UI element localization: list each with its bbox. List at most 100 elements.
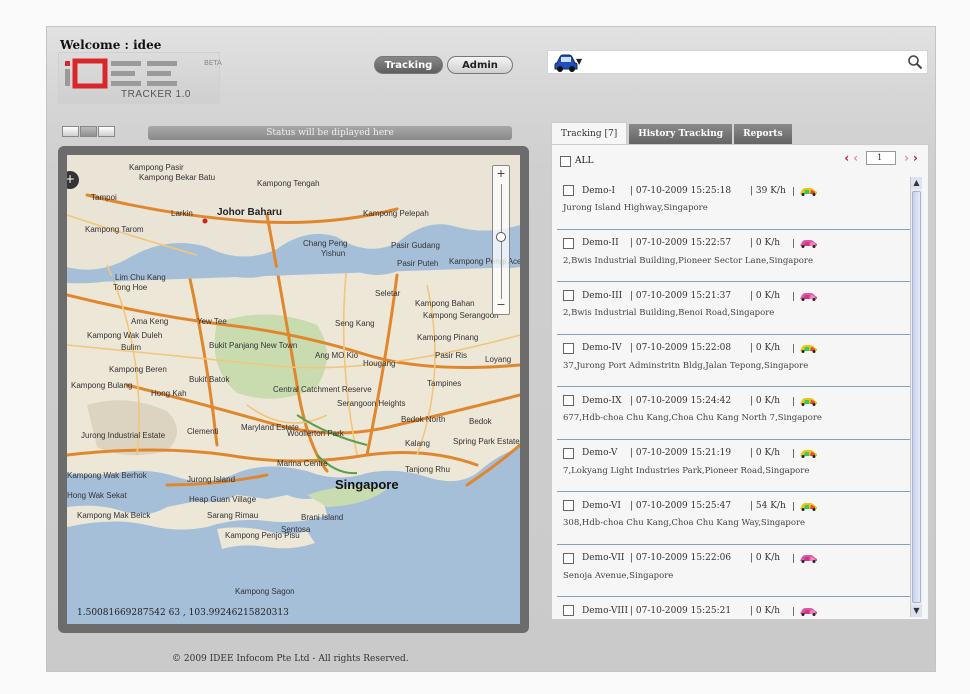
logo-subtitle: TRACKER 1.0 xyxy=(121,89,191,100)
map-label: Tampines xyxy=(427,379,462,388)
list-item-summary: Demo-V | 07-10-2009 15:21:19 | 0 K/h | xyxy=(563,447,913,459)
map-zoom-control: + − xyxy=(492,165,510,315)
chevron-down-icon[interactable]: ▼ xyxy=(576,57,582,66)
map-label: Spring Park Estate xyxy=(453,437,520,446)
list-item-summary: Demo-I | 07-10-2009 15:25:18 | 39 K/h | xyxy=(563,185,913,196)
vehicle-checkbox[interactable] xyxy=(563,447,574,459)
vehicle-name: Demo-IV xyxy=(582,343,622,353)
map-label: Bedok xyxy=(469,417,492,426)
zoom-in-icon[interactable]: + xyxy=(493,166,509,182)
first-page-icon[interactable]: ‹ xyxy=(844,151,849,165)
map-label: Tong Hoe xyxy=(113,283,148,292)
map-label: Woollerton Park xyxy=(287,429,344,438)
vehicle-checkbox[interactable] xyxy=(563,342,574,354)
scroll-down-icon[interactable]: ▼ xyxy=(911,605,922,617)
map-label: Bukit Batok xyxy=(189,375,230,384)
page-number-input[interactable]: 1 xyxy=(866,151,897,165)
map-label: Clementi xyxy=(187,427,219,436)
vehicle-checkbox[interactable] xyxy=(563,290,574,301)
vehicle-timestamp: | 07-10-2009 15:25:21 xyxy=(630,605,732,616)
list-item-summary: Demo-VII | 07-10-2009 15:22:06 | 0 K/h | xyxy=(563,552,913,564)
list-item[interactable]: Demo-I | 07-10-2009 15:25:18 | 39 K/h | Juro… xyxy=(557,177,913,230)
vehicle-status-icon: | xyxy=(792,344,817,353)
vehicle-checkbox[interactable] xyxy=(563,605,574,616)
vehicle-speed: | 39 K/h xyxy=(750,185,786,196)
list-item[interactable]: Demo-VI | 07-10-2009 15:25:47 | 54 K/h | 308… xyxy=(557,492,913,545)
vehicle-status-icon: | xyxy=(792,502,817,511)
map-label: Kampong Tarom xyxy=(85,225,144,234)
vehicle-checkbox[interactable] xyxy=(563,395,574,406)
list-item[interactable]: Demo-VII | 07-10-2009 15:22:06 | 0 K/h | Sen… xyxy=(557,545,913,597)
list-item-summary: Demo-VI | 07-10-2009 15:25:47 | 54 K/h | xyxy=(563,500,913,511)
vehicle-timestamp: | 07-10-2009 15:21:19 xyxy=(630,448,732,458)
search-icon[interactable] xyxy=(907,54,923,70)
svg-text:|: | xyxy=(792,554,795,563)
map-label: Kampong Tengah xyxy=(257,179,320,188)
list-item-summary: Demo-IX | 07-10-2009 15:24:42 | 0 K/h | xyxy=(563,395,913,406)
map-label: Lim Chu Kang xyxy=(115,273,166,282)
list-item[interactable]: Demo-II | 07-10-2009 15:22:57 | 0 K/h | 2,Bw… xyxy=(557,230,913,282)
map-label: Bukit Panjang New Town xyxy=(209,341,298,350)
map-label: Bedok North xyxy=(401,415,446,424)
zoom-handle[interactable] xyxy=(496,232,506,242)
map-label: Jurong Industrial Estate xyxy=(81,431,166,440)
list-item[interactable]: Demo-V | 07-10-2009 15:21:19 | 0 K/h | 7,Lok… xyxy=(557,440,913,492)
vehicle-timestamp: | 07-10-2009 15:22:06 xyxy=(630,553,732,563)
scroll-thumb[interactable] xyxy=(912,191,921,603)
vehicle-address: 2,Bwis Industrial Building,Benoi Road,Si… xyxy=(563,308,775,318)
scroll-up-icon[interactable]: ▲ xyxy=(911,177,922,189)
vehicle-speed: | 0 K/h xyxy=(750,290,781,301)
list-item[interactable]: Demo-VIII | 07-10-2009 15:25:21 | 0 K/h | xyxy=(557,597,913,617)
vehicle-timestamp: | 07-10-2009 15:25:18 xyxy=(630,185,732,196)
vehicle-name: Demo-II xyxy=(582,238,619,248)
svg-text:|: | xyxy=(792,292,795,301)
vehicle-status-icon: | xyxy=(792,607,817,616)
vehicle-checkbox[interactable] xyxy=(563,500,574,511)
list-scrollbar[interactable]: ▲ ▼ xyxy=(910,177,922,617)
admin-button[interactable]: Admin xyxy=(447,56,513,74)
last-page-icon[interactable]: › xyxy=(913,151,918,165)
vehicle-checkbox[interactable] xyxy=(563,237,574,249)
svg-text:|: | xyxy=(792,344,795,353)
map-coordinates: 1.50081669287542 63 , 103.99246215820313 xyxy=(77,608,289,618)
map-label: Kampong Penjo Pisu xyxy=(225,531,300,540)
logo-mark xyxy=(65,58,177,89)
list-item[interactable]: Demo-IX | 07-10-2009 15:24:42 | 0 K/h | 677,… xyxy=(557,387,913,440)
view-toggle xyxy=(62,126,116,137)
map-label: Kampong Bahan xyxy=(415,299,475,308)
tracking-button[interactable]: Tracking xyxy=(374,56,443,74)
view-button-split[interactable] xyxy=(80,126,97,137)
map-label: Jurong Island xyxy=(187,475,236,484)
map-label: Hougang xyxy=(363,359,396,368)
list-item[interactable]: Demo-IV | 07-10-2009 15:22:08 | 0 K/h | 37,J… xyxy=(557,335,913,387)
svg-text:|: | xyxy=(792,607,795,616)
vehicle-checkbox[interactable] xyxy=(563,185,574,196)
next-page-icon[interactable]: › xyxy=(904,151,909,165)
map-label: Ang MO Kio xyxy=(315,351,359,360)
select-all-checkbox[interactable] xyxy=(560,155,571,167)
map-label: Hong Kah xyxy=(151,389,187,398)
vehicle-speed: | 0 K/h xyxy=(750,605,781,616)
svg-text:|: | xyxy=(792,397,795,406)
prev-page-icon[interactable]: ‹ xyxy=(853,151,858,165)
map-view[interactable]: + Kampong Pasir Kampong Bekar Batu Kampo… xyxy=(67,155,520,624)
svg-text:|: | xyxy=(792,449,795,458)
list-item[interactable]: Demo-III | 07-10-2009 15:21:37 | 0 K/h | 2,B… xyxy=(557,282,913,335)
map-label: Yishun xyxy=(321,249,346,258)
map-label: Seng Kang xyxy=(335,319,375,328)
vehicle-list: Demo-I | 07-10-2009 15:25:18 | 39 K/h | Juro… xyxy=(557,177,913,617)
vehicle-panel: ALL ‹ ‹ 1 › › Demo-I | 07-10-2009 15:25:1… xyxy=(551,144,929,620)
view-button-single[interactable] xyxy=(62,126,79,137)
view-button-list[interactable] xyxy=(98,126,115,137)
map-label: Pasir Ris xyxy=(435,351,468,360)
tab-history-tracking[interactable]: History Tracking xyxy=(629,124,733,144)
zoom-out-icon[interactable]: − xyxy=(493,298,509,314)
vehicle-checkbox[interactable] xyxy=(563,552,574,564)
tab-reports[interactable]: Reports xyxy=(734,124,792,144)
tab-tracking[interactable]: Tracking [7] xyxy=(551,122,628,144)
map-label: Hong Wak Sekat xyxy=(67,491,127,500)
map-label: Yew Tee xyxy=(197,317,227,326)
map-label: Kampong Serangoon xyxy=(423,311,499,320)
vehicle-search-bar[interactable]: ▼ xyxy=(547,50,928,74)
vehicle-speed: | 0 K/h xyxy=(750,448,781,458)
